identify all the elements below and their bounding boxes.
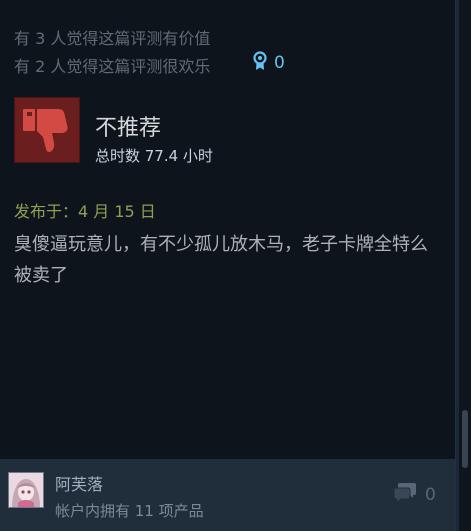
- comments-button[interactable]: 0: [393, 482, 436, 508]
- scrollbar-thumb[interactable]: [462, 410, 468, 468]
- review-verdict[interactable]: 不推荐: [95, 110, 161, 142]
- author-name[interactable]: 阿芙落: [55, 471, 103, 495]
- award-button[interactable]: 0: [252, 51, 285, 75]
- avatar[interactable]: [8, 472, 44, 508]
- award-count: 0: [274, 53, 285, 73]
- playtime-hours: 总时数 77.4 小时: [95, 147, 213, 165]
- posted-date: 发布于：4 月 15 日: [14, 202, 156, 221]
- award-ribbon-icon: [252, 51, 268, 75]
- funny-count-text: 有 2 人觉得这篇评测很欢乐: [14, 57, 211, 76]
- thumbs-down-icon: [14, 109, 80, 167]
- thumb-down-badge[interactable]: [14, 97, 80, 163]
- review-card: 有 3 人觉得这篇评测有价值 有 2 人觉得这篇评测很欢乐 0 不推荐 总时数 …: [0, 0, 456, 531]
- author-product-count: 帐户内拥有 11 项产品: [55, 502, 204, 520]
- review-content: 臭傻逼玩意儿，有不少孤儿放木马，老子卡牌全特么被卖了: [14, 234, 428, 286]
- comment-bubbles-icon: [393, 482, 417, 508]
- helpful-count-text: 有 3 人觉得这篇评测有价值: [14, 29, 211, 48]
- comment-count: 0: [425, 485, 436, 505]
